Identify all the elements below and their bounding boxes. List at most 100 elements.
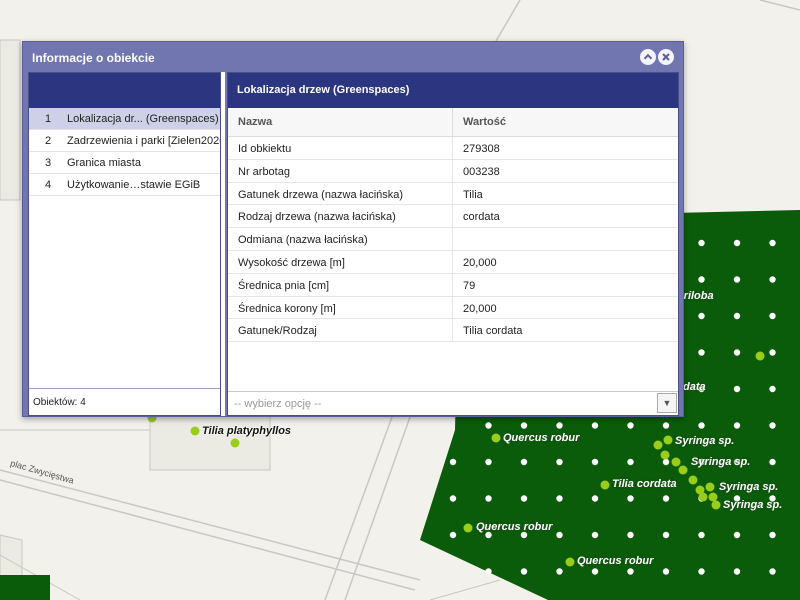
object-list-item[interactable]: 3 Granica miasta <box>29 152 220 174</box>
table-row[interactable]: Średnica korony [m] 20,000 <box>228 296 678 320</box>
tree-label: Syringa sp. <box>719 481 779 493</box>
grid-dot <box>698 568 705 575</box>
attribute-value: 279308 <box>463 143 500 155</box>
tree-point[interactable] <box>678 465 688 475</box>
tree-point[interactable] <box>705 482 715 492</box>
layer-title: Lokalizacja drzew (Greenspaces) <box>228 73 678 108</box>
object-list-item[interactable]: 2 Zadrzewienia i parki [Zielen2020] <box>29 130 220 152</box>
table-row[interactable]: Id obkiektu 279308 <box>228 137 678 160</box>
column-divider <box>452 159 453 182</box>
object-list-item-label: Granica miasta <box>67 157 141 169</box>
tree-label: triloba <box>680 290 714 302</box>
column-divider <box>452 137 453 159</box>
table-row[interactable]: Odmiana (nazwa łacińska) <box>228 228 678 251</box>
tree-point[interactable] <box>230 438 240 448</box>
grid-dot <box>698 422 705 429</box>
table-row[interactable]: Rodzaj drzewa (nazwa łacińska) cordata <box>228 205 678 229</box>
object-list-item-label: Zadrzewienia i parki [Zielen2020] <box>67 135 220 147</box>
grid-dot <box>698 531 705 539</box>
tree-point[interactable] <box>663 435 673 445</box>
object-list-header <box>29 73 220 108</box>
object-list-item-number: 3 <box>45 157 52 169</box>
map-road <box>759 0 800 11</box>
map-road <box>495 0 521 42</box>
column-header-value[interactable]: Wartość <box>463 116 506 128</box>
grid-dot <box>449 495 457 502</box>
attribute-value: 79 <box>463 279 476 292</box>
tree-point[interactable] <box>190 426 200 436</box>
object-list-item-number: 4 <box>45 179 52 191</box>
panel-splitter[interactable] <box>221 72 225 416</box>
table-row[interactable]: Gatunek drzewa (nazwa łacińska) Tilia <box>228 182 678 206</box>
dialog-header[interactable]: Informacje o obiekcie <box>23 42 683 72</box>
park-area[interactable] <box>0 575 50 600</box>
column-divider <box>452 205 453 228</box>
tree-point[interactable] <box>653 440 663 450</box>
tree-label: Quercus robur <box>476 521 553 533</box>
grid-dot <box>769 276 776 283</box>
tree-point[interactable] <box>688 475 698 485</box>
grid-dot <box>733 349 741 356</box>
attribute-name: Rodzaj drzewa (nazwa łacińska) <box>238 211 396 224</box>
tree-point[interactable] <box>671 457 681 467</box>
tree-label: Quercus robur <box>577 555 654 567</box>
attribute-value: Tilia <box>463 188 483 201</box>
attribute-table: Id obkiektu 279308 Nr arbotag 003238 Gatunek… <box>228 137 678 343</box>
tree-point[interactable] <box>600 480 610 490</box>
grid-dot <box>769 531 776 539</box>
chevron-up-icon[interactable] <box>640 49 656 65</box>
table-row[interactable]: Nr arbotag 003238 <box>228 159 678 183</box>
attribute-value: 20,000 <box>463 256 497 269</box>
grid-dot <box>733 385 741 393</box>
tree-point[interactable] <box>711 500 721 510</box>
tree-point[interactable] <box>755 351 765 361</box>
dialog-title: Informacje o obiekcie <box>32 51 155 65</box>
column-header-name[interactable]: Nazwa <box>238 116 272 128</box>
grid-dot <box>627 568 634 575</box>
tree-label: Syringa sp. <box>723 499 783 511</box>
grid-dot <box>556 568 563 575</box>
tree-point[interactable] <box>463 523 473 533</box>
grid-dot <box>520 458 528 466</box>
tree-point[interactable] <box>660 450 670 460</box>
chevron-down-icon[interactable]: ▼ <box>657 393 677 413</box>
grid-dot <box>698 349 705 356</box>
attribute-name: Id obkiektu <box>238 143 292 155</box>
grid-dot <box>520 568 528 575</box>
table-row[interactable]: Gatunek/Rodzaj Tilia cordata <box>228 319 678 343</box>
attribute-name: Średnica pnia [cm] <box>238 279 330 292</box>
grid-dot <box>698 276 705 283</box>
column-divider <box>452 228 453 250</box>
grid-dot <box>733 568 741 575</box>
attribute-value: cordata <box>463 211 500 224</box>
table-row[interactable]: Średnica pnia [cm] 79 <box>228 273 678 297</box>
grid-dot <box>662 531 670 539</box>
tree-point[interactable] <box>698 492 708 502</box>
attribute-name: Średnica korony [m] <box>238 302 336 315</box>
object-list-item-number: 2 <box>45 135 52 147</box>
grid-dot <box>769 312 776 320</box>
object-list-item[interactable]: 1 Lokalizacja dr... (Greenspaces) <box>29 108 220 130</box>
column-divider <box>452 319 453 342</box>
option-select[interactable]: -- wybierz opcję -- ▼ <box>228 391 678 415</box>
attribute-name: Wysokość drzewa [m] <box>238 256 345 269</box>
object-list-item-label: Użytkowanie…stawie EGiB <box>67 179 201 191</box>
grid-dot <box>662 568 670 575</box>
object-list-item[interactable]: 4 Użytkowanie…stawie EGiB <box>29 174 220 196</box>
tree-point[interactable] <box>708 492 718 502</box>
grid-dot <box>698 239 705 247</box>
grid-dot <box>733 276 741 283</box>
object-info-dialog[interactable]: Informacje o obiekcie 1 Lokalizacja dr...… <box>22 41 684 417</box>
grid-dot <box>662 495 670 502</box>
grid-dot <box>591 458 599 466</box>
tree-point[interactable] <box>491 433 501 443</box>
grid-dot <box>769 422 776 429</box>
map-road <box>324 416 393 600</box>
table-row[interactable]: Wysokość drzewa [m] 20,000 <box>228 250 678 274</box>
grid-dot <box>556 495 563 502</box>
close-icon[interactable] <box>658 49 674 65</box>
grid-dot <box>627 422 634 429</box>
grid-dot <box>733 312 741 320</box>
grid-dot <box>769 239 776 247</box>
tree-point[interactable] <box>565 557 575 567</box>
